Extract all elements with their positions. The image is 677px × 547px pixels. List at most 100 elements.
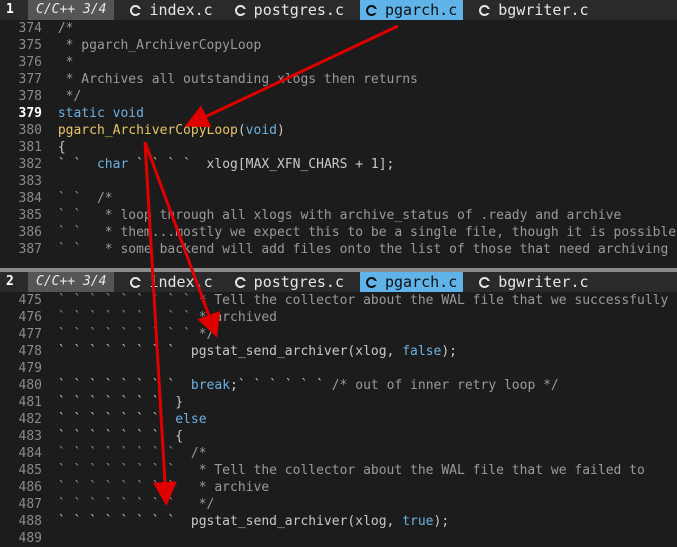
line-text: ` ` ` ` ` ` ` ` ` */ bbox=[50, 327, 215, 342]
line-number: 481 bbox=[18, 395, 42, 410]
line-number: 383 bbox=[18, 174, 42, 189]
code-line[interactable]: 480 ` ` ` ` ` ` ` ` break;` ` ` ` ` ` /*… bbox=[0, 377, 677, 394]
code-line[interactable]: 379 static void bbox=[0, 105, 677, 122]
code-line[interactable]: 386 ` ` * them...mostly we expect this t… bbox=[0, 224, 677, 241]
code-line[interactable]: 382 ` ` char ` ` ` ` xlog[MAX_XFN_CHARS … bbox=[0, 156, 677, 173]
line-number: 483 bbox=[18, 429, 42, 444]
tab-index-c[interactable]: index.c bbox=[124, 0, 218, 20]
line-number: 387 bbox=[18, 242, 42, 257]
code-line[interactable]: 374 /* bbox=[0, 20, 677, 37]
code-line[interactable]: 378 */ bbox=[0, 88, 677, 105]
code-area[interactable]: 374 /* 375 * pgarch_ArchiverCopyLoop 376 *… bbox=[0, 20, 677, 258]
editor-pane-bottom[interactable]: 2 C/C++ 3/4 index.c postgres.c pgarch.c … bbox=[0, 272, 677, 547]
line-text: ` ` * them...mostly we expect this to be… bbox=[50, 225, 677, 240]
line-number: 476 bbox=[18, 310, 42, 325]
tab-label: index.c bbox=[149, 273, 213, 291]
filetype-indicator: C/C++ 3/4 bbox=[28, 0, 115, 20]
tab-pgarch-c[interactable]: pgarch.c bbox=[359, 272, 464, 292]
line-number: 477 bbox=[18, 327, 42, 342]
tab-bgwriter-c[interactable]: bgwriter.c bbox=[473, 0, 594, 20]
line-number: 484 bbox=[18, 446, 42, 461]
tab-postgres-c[interactable]: postgres.c bbox=[229, 272, 350, 292]
line-number: 485 bbox=[18, 463, 42, 478]
c-file-icon bbox=[365, 4, 378, 16]
c-file-icon bbox=[479, 276, 492, 288]
filetype-indicator: C/C++ 3/4 bbox=[28, 272, 115, 292]
line-text: ` ` ` ` ` ` ` else bbox=[50, 412, 207, 427]
pane-number: 2 bbox=[6, 274, 14, 289]
code-line[interactable]: 387 ` ` * some backend will add files on… bbox=[0, 241, 677, 258]
line-number: 377 bbox=[18, 72, 42, 87]
line-text: ` ` ` ` ` ` ` ` pgstat_send_archiver(xlo… bbox=[50, 344, 457, 359]
c-file-icon bbox=[130, 4, 143, 16]
line-number: 381 bbox=[18, 140, 42, 155]
tab-label: pgarch.c bbox=[384, 273, 458, 291]
code-line[interactable]: 479 bbox=[0, 360, 677, 377]
line-number: 386 bbox=[18, 225, 42, 240]
tab-label: bgwriter.c bbox=[498, 1, 589, 19]
line-text: ` ` ` ` ` ` ` } bbox=[50, 395, 184, 410]
editor-pane-top[interactable]: 1 C/C++ 3/4 index.c postgres.c pgarch.c … bbox=[0, 0, 677, 268]
code-line[interactable]: 380 pgarch_ArchiverCopyLoop(void) bbox=[0, 122, 677, 139]
line-text: ` ` char ` ` ` ` xlog[MAX_XFN_CHARS + 1]… bbox=[50, 157, 395, 172]
code-line[interactable]: 377 * Archives all outstanding xlogs the… bbox=[0, 71, 677, 88]
tab-postgres-c[interactable]: postgres.c bbox=[229, 0, 350, 20]
line-number: 478 bbox=[18, 344, 42, 359]
line-text: * pgarch_ArchiverCopyLoop bbox=[50, 38, 262, 53]
line-number: 480 bbox=[18, 378, 42, 393]
line-number: 479 bbox=[18, 361, 42, 376]
tab-bar: 2 C/C++ 3/4 index.c postgres.c pgarch.c … bbox=[0, 272, 677, 292]
c-file-icon bbox=[234, 276, 247, 288]
line-number: 488 bbox=[18, 514, 42, 529]
tab-bar: 1 C/C++ 3/4 index.c postgres.c pgarch.c … bbox=[0, 0, 677, 20]
line-text: ` ` ` ` ` ` ` ` pgstat_send_archiver(xlo… bbox=[50, 514, 450, 529]
code-line[interactable]: 376 * bbox=[0, 54, 677, 71]
code-line[interactable]: 478 ` ` ` ` ` ` ` ` pgstat_send_archiver… bbox=[0, 343, 677, 360]
line-text: static void bbox=[57, 106, 144, 121]
c-file-icon bbox=[365, 276, 378, 288]
code-line[interactable]: 482 ` ` ` ` ` ` ` else bbox=[0, 411, 677, 428]
line-text: ` ` ` ` ` ` ` ` break;` ` ` ` ` ` /* out… bbox=[50, 378, 559, 393]
code-line[interactable]: 385 ` ` * loop through all xlogs with ar… bbox=[0, 207, 677, 224]
line-text: * bbox=[50, 55, 74, 70]
line-number: 486 bbox=[18, 480, 42, 495]
code-area[interactable]: 475 ` ` ` ` ` ` ` ` ` * Tell the collect… bbox=[0, 292, 677, 547]
c-file-icon bbox=[130, 276, 143, 288]
code-line[interactable]: 381 { bbox=[0, 139, 677, 156]
line-text: ` ` * loop through all xlogs with archiv… bbox=[50, 208, 622, 223]
code-line[interactable]: 487 ` ` ` ` ` ` ` ` */ bbox=[0, 496, 677, 513]
line-number: 385 bbox=[18, 208, 42, 223]
code-line[interactable]: 484 ` ` ` ` ` ` ` ` /* bbox=[0, 445, 677, 462]
code-line[interactable]: 384 ` ` /* bbox=[0, 190, 677, 207]
code-line[interactable]: 485 ` ` ` ` ` ` ` ` * Tell the collector… bbox=[0, 462, 677, 479]
line-number: 376 bbox=[18, 55, 42, 70]
tab-label: pgarch.c bbox=[384, 1, 458, 19]
line-number: 380 bbox=[18, 123, 42, 138]
line-text: ` ` ` ` ` ` ` ` ` * Tell the collector a… bbox=[50, 293, 669, 308]
code-line[interactable]: 483 ` ` ` ` ` ` ` { bbox=[0, 428, 677, 445]
code-line[interactable]: 486 ` ` ` ` ` ` ` ` * archive bbox=[0, 479, 677, 496]
code-line[interactable]: 476 ` ` ` ` ` ` ` ` ` * archived bbox=[0, 309, 677, 326]
line-text: ` ` ` ` ` ` ` { bbox=[50, 429, 184, 444]
code-line[interactable]: 488 ` ` ` ` ` ` ` ` pgstat_send_archiver… bbox=[0, 513, 677, 530]
tab-label: postgres.c bbox=[253, 273, 344, 291]
tab-bgwriter-c[interactable]: bgwriter.c bbox=[473, 272, 594, 292]
code-line[interactable]: 489 bbox=[0, 530, 677, 547]
line-text: */ bbox=[50, 89, 82, 104]
code-line[interactable]: 477 ` ` ` ` ` ` ` ` ` */ bbox=[0, 326, 677, 343]
line-number: 378 bbox=[18, 89, 42, 104]
tab-index-c[interactable]: index.c bbox=[124, 272, 218, 292]
code-line[interactable]: 375 * pgarch_ArchiverCopyLoop bbox=[0, 37, 677, 54]
code-line[interactable]: 383 bbox=[0, 173, 677, 190]
line-number: 379 bbox=[18, 106, 42, 121]
code-line[interactable]: 475 ` ` ` ` ` ` ` ` ` * Tell the collect… bbox=[0, 292, 677, 309]
pane-number: 1 bbox=[6, 2, 14, 17]
line-number: 375 bbox=[18, 38, 42, 53]
line-number: 384 bbox=[18, 191, 42, 206]
code-line[interactable]: 481 ` ` ` ` ` ` ` } bbox=[0, 394, 677, 411]
line-number: 489 bbox=[18, 531, 42, 546]
line-text: { bbox=[50, 140, 66, 155]
line-text: ` ` * some backend will add files onto t… bbox=[50, 242, 669, 257]
tab-pgarch-c[interactable]: pgarch.c bbox=[359, 0, 464, 20]
tab-label: index.c bbox=[149, 1, 213, 19]
